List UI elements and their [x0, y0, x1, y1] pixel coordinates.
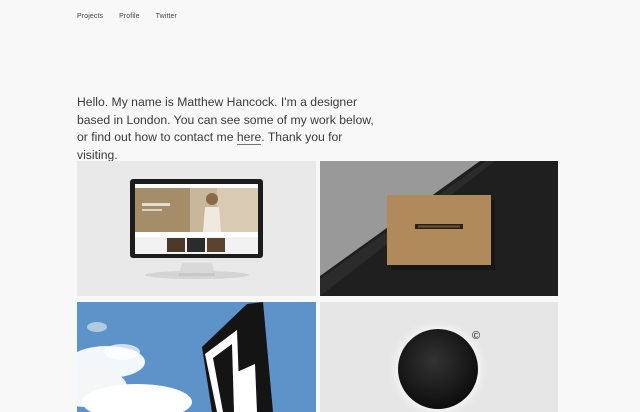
- nav-projects-link[interactable]: Projects: [77, 13, 103, 20]
- intro-text: Hello. My name is Matthew Hancock. I'm a…: [77, 94, 377, 164]
- top-nav: Projects Profile Twitter: [77, 13, 177, 20]
- project-tile-website[interactable]: [77, 161, 316, 296]
- nav-profile-link[interactable]: Profile: [119, 13, 140, 20]
- kraft-business-card-icon: [320, 161, 558, 296]
- project-tile-business-card[interactable]: [320, 161, 558, 296]
- copyright-mark: ©: [472, 330, 480, 342]
- project-tile-flag[interactable]: [77, 302, 316, 412]
- black-flag-logo-icon: [77, 302, 316, 412]
- contact-here-link[interactable]: here: [236, 130, 262, 146]
- imac-website-mockup-icon: [130, 179, 263, 279]
- project-tile-circle[interactable]: ©: [320, 302, 558, 412]
- black-circle-copyright-icon: ©: [386, 317, 490, 412]
- nav-twitter-link[interactable]: Twitter: [156, 13, 177, 20]
